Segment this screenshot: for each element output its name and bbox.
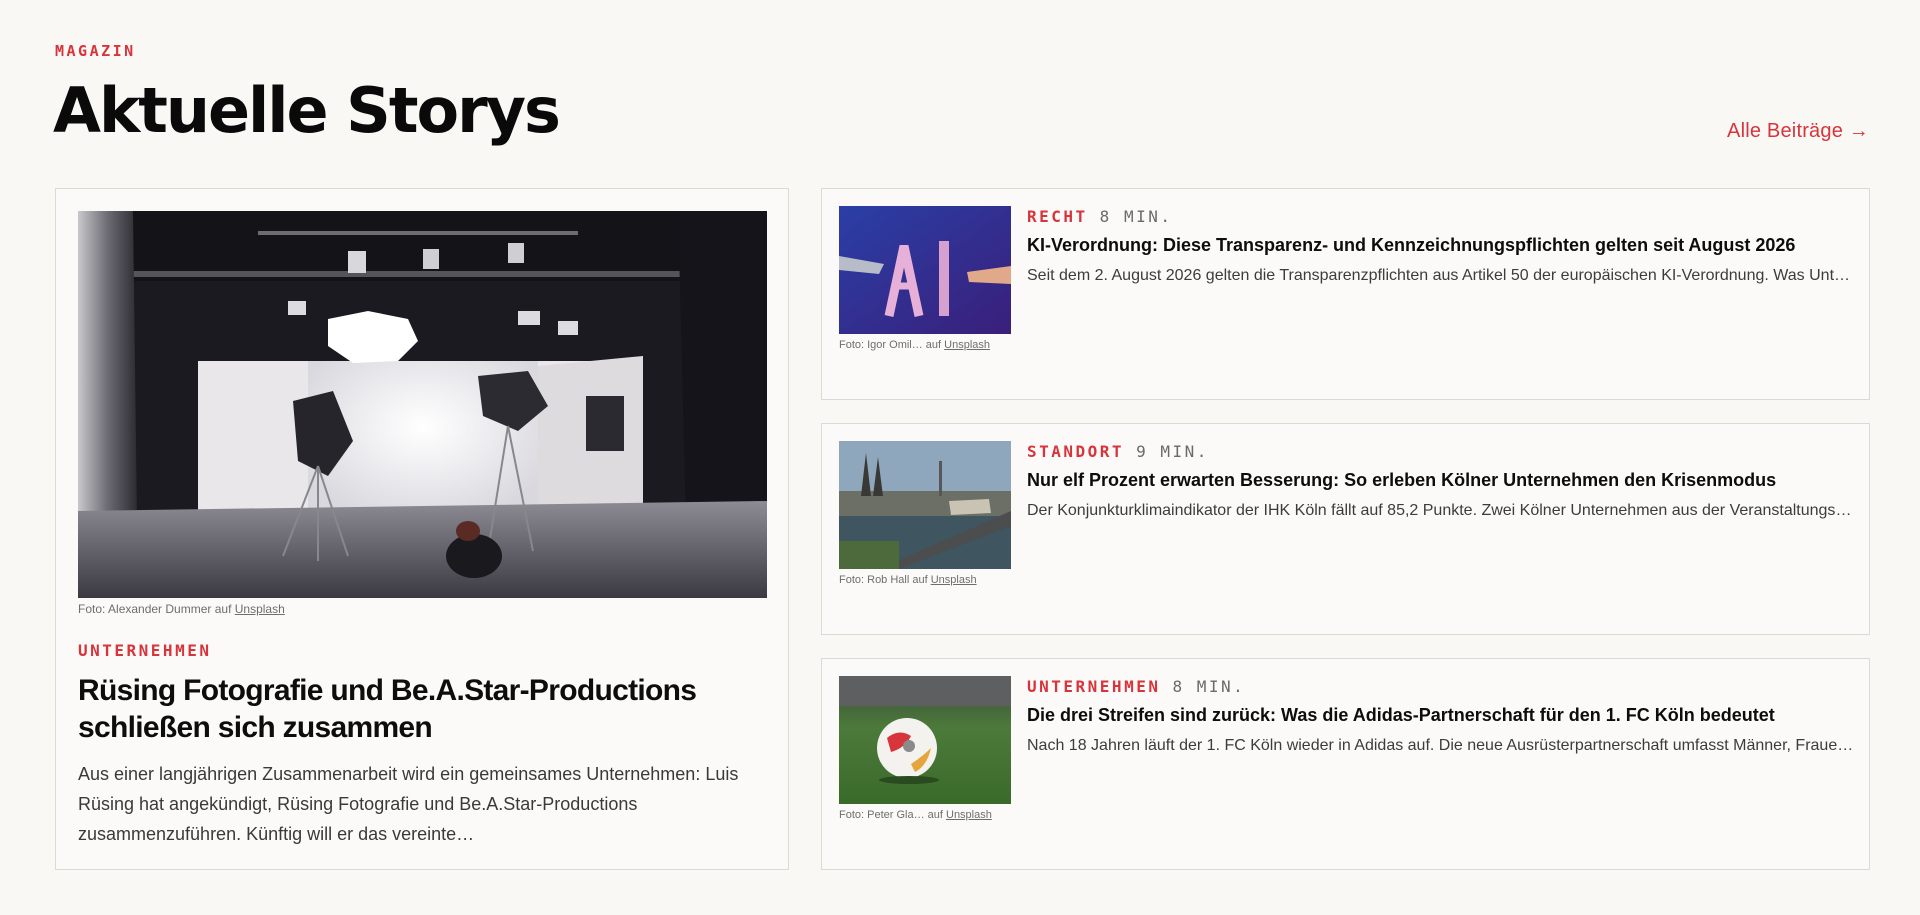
unsplash-link[interactable]: Unsplash (235, 602, 285, 616)
article-photo-credit: Foto: Rob Hall auf Unsplash (839, 574, 977, 586)
article-category: UNTERNEHMEN (1027, 677, 1161, 696)
article-card[interactable]: Foto: Igor Omil… auf Unsplash RECHT 8 MIN… (821, 188, 1870, 400)
unsplash-link[interactable]: Unsplash (946, 809, 992, 821)
article-category: STANDORT (1027, 442, 1125, 461)
article-meta: RECHT 8 MIN. (1027, 207, 1172, 227)
article-thumbnail-ai-image[interactable] (839, 206, 1011, 334)
article-category: RECHT (1027, 207, 1088, 226)
article-excerpt: Der Konjunkturklimaindikator der IHK Köl… (1027, 502, 1857, 519)
article-thumbnail-cologne-image[interactable] (839, 441, 1011, 569)
article-title[interactable]: Nur elf Prozent erwarten Besserung: So e… (1027, 470, 1857, 491)
featured-article-card[interactable]: Foto: Alexander Dummer auf Unsplash UNTE… (55, 188, 789, 870)
all-posts-link[interactable]: Alle Beiträge → (1727, 120, 1869, 143)
read-time: 9 MIN. (1136, 442, 1209, 461)
featured-title[interactable]: Rüsing Fotografie und Be.A.Star-Producti… (78, 672, 758, 746)
article-excerpt: Seit dem 2. August 2026 gelten die Trans… (1027, 267, 1857, 284)
article-card[interactable]: Foto: Rob Hall auf Unsplash STANDORT 9 MI… (821, 423, 1870, 635)
read-time: 8 MIN. (1099, 207, 1173, 226)
article-card[interactable]: Foto: Peter Gla… auf Unsplash UNTERNEHME… (821, 658, 1870, 870)
article-meta: UNTERNEHMEN 8 MIN. (1027, 677, 1245, 697)
unsplash-link[interactable]: Unsplash (944, 339, 990, 351)
article-title[interactable]: KI-Verordnung: Diese Transparenz- und Ke… (1027, 235, 1857, 256)
article-photo-credit: Foto: Igor Omil… auf Unsplash (839, 339, 991, 351)
featured-photo-credit: Foto: Alexander Dummer auf Unsplash (78, 602, 285, 616)
article-photo-credit: Foto: Peter Gla… auf Unsplash (839, 809, 992, 821)
article-excerpt: Nach 18 Jahren läuft der 1. FC Köln wied… (1027, 737, 1857, 754)
featured-photo-studio-image[interactable] (78, 211, 767, 598)
read-time: 8 MIN. (1172, 677, 1246, 696)
page-title: Aktuelle Storys (53, 74, 561, 147)
article-title[interactable]: Die drei Streifen sind zurück: Was die A… (1027, 705, 1857, 726)
article-meta: STANDORT 9 MIN. (1027, 442, 1209, 462)
featured-excerpt: Aus einer langjährigen Zusammenarbeit wi… (78, 764, 739, 844)
article-thumbnail-football-image[interactable] (839, 676, 1011, 804)
featured-category: UNTERNEHMEN (78, 641, 212, 660)
unsplash-link[interactable]: Unsplash (931, 574, 977, 586)
section-eyebrow: MAGAZIN (55, 42, 136, 60)
